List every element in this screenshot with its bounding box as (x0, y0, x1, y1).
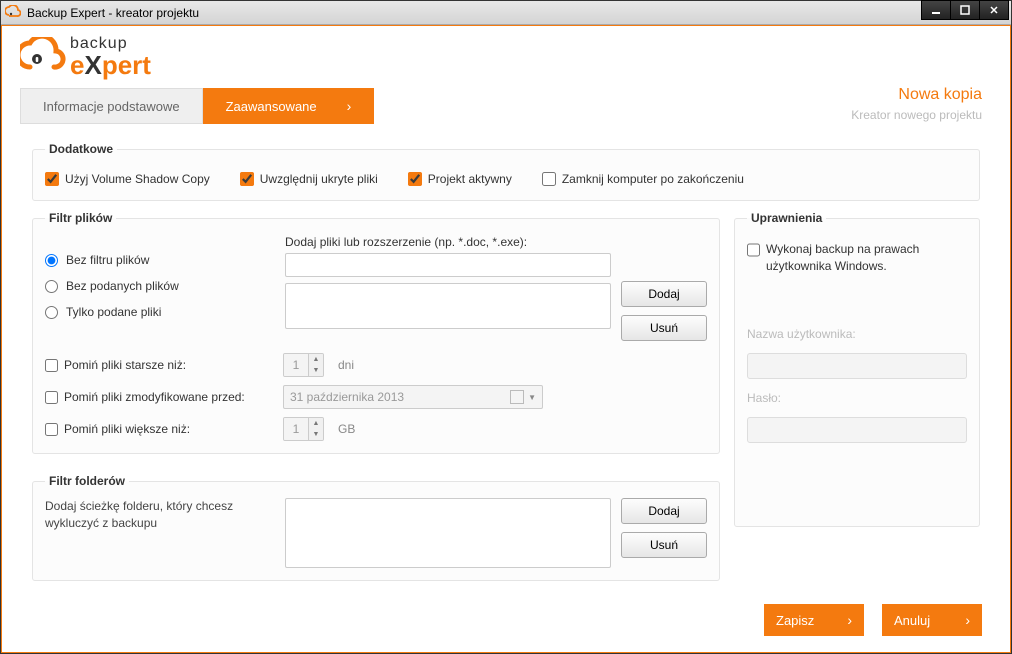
add-extension-button[interactable]: Dodaj (621, 281, 707, 307)
radio-only-label: Tylko podane pliki (66, 305, 161, 319)
save-button-label: Zapisz (776, 613, 814, 628)
calendar-icon (510, 390, 524, 404)
logo-text-e: e (70, 50, 84, 80)
radio-without[interactable] (45, 280, 58, 293)
skip-mod-date-value: 31 października 2013 (290, 390, 404, 404)
add-ext-label: Dodaj pliki lub rozszerzenie (np. *.doc,… (285, 235, 611, 249)
permissions-fieldset: Uprawnienia Wykonaj backup na prawach uż… (734, 211, 980, 527)
active-label: Projekt aktywny (428, 172, 512, 186)
save-button[interactable]: Zapisz › (764, 604, 864, 636)
skip-older-unit: dni (338, 358, 354, 372)
chevron-right-icon: › (347, 98, 352, 114)
radio-only[interactable] (45, 306, 58, 319)
skip-older-checkbox[interactable] (45, 359, 58, 372)
remove-folder-button[interactable]: Usuń (621, 532, 707, 558)
skip-older-value[interactable] (284, 354, 308, 376)
chevron-right-icon: › (847, 612, 852, 628)
username-label: Nazwa użytkownika: (747, 327, 967, 341)
app-logo: backup eXpert (20, 36, 151, 78)
run-as-label: Wykonaj backup na prawach użytkownika Wi… (766, 241, 967, 275)
add-folder-button[interactable]: Dodaj (621, 498, 707, 524)
page-subtitle: Kreator nowego projektu (851, 108, 982, 122)
run-as-checkbox-row[interactable]: Wykonaj backup na prawach użytkownika Wi… (747, 241, 967, 275)
username-input[interactable] (747, 353, 967, 379)
shutdown-label: Zamknij komputer po zakończeniu (562, 172, 744, 186)
password-input[interactable] (747, 417, 967, 443)
maximize-button[interactable] (950, 0, 980, 20)
skip-mod-label: Pomiń pliki zmodyfikowane przed: (64, 390, 245, 404)
skip-big-checkbox[interactable] (45, 423, 58, 436)
radio-no-filter[interactable] (45, 254, 58, 267)
radio-only-row[interactable]: Tylko podane pliki (45, 305, 275, 319)
remove-extension-button[interactable]: Usuń (621, 315, 707, 341)
vss-checkbox-row[interactable]: Użyj Volume Shadow Copy (45, 172, 210, 186)
radio-no-filter-row[interactable]: Bez filtru plików (45, 253, 275, 267)
page-title: Nowa kopia (851, 86, 982, 104)
run-as-checkbox[interactable] (747, 243, 760, 257)
spin-down-icon[interactable]: ▼ (309, 365, 323, 376)
skip-older-spinner[interactable]: ▲▼ (283, 353, 324, 377)
vss-label: Użyj Volume Shadow Copy (65, 172, 210, 186)
chevron-down-icon: ▼ (528, 393, 536, 402)
password-label: Hasło: (747, 391, 967, 405)
tab-basic-info[interactable]: Informacje podstawowe (20, 88, 203, 124)
hidden-checkbox-row[interactable]: Uwzględnij ukryte pliki (240, 172, 378, 186)
logo-text-x: X (84, 50, 101, 80)
extras-legend: Dodatkowe (45, 142, 117, 156)
skip-mod-checkbox[interactable] (45, 391, 58, 404)
window-title: Backup Expert - kreator projektu (27, 6, 199, 20)
active-checkbox-row[interactable]: Projekt aktywny (408, 172, 512, 186)
spin-up-icon[interactable]: ▲ (309, 418, 323, 429)
app-icon (5, 5, 21, 21)
skip-big-value[interactable] (284, 418, 308, 440)
folder-filter-desc: Dodaj ścieżkę folderu, który chcesz wykl… (45, 498, 275, 532)
logo-text-pert: pert (102, 50, 151, 80)
shutdown-checkbox[interactable] (542, 172, 556, 186)
active-checkbox[interactable] (408, 172, 422, 186)
tab-basic-label: Informacje podstawowe (43, 99, 180, 114)
skip-big-label: Pomiń pliki większe niż: (64, 422, 190, 436)
minimize-button[interactable] (921, 0, 951, 20)
tab-advanced-label: Zaawansowane (226, 99, 317, 114)
file-filter-legend: Filtr plików (45, 211, 116, 225)
permissions-legend: Uprawnienia (747, 211, 826, 225)
skip-older-label: Pomiń pliki starsze niż: (64, 358, 186, 372)
skip-big-unit: GB (338, 422, 355, 436)
skip-mod-datepicker[interactable]: 31 października 2013 ▼ (283, 385, 543, 409)
folder-exclude-list[interactable] (285, 498, 611, 568)
skip-big-spinner[interactable]: ▲▼ (283, 417, 324, 441)
close-button[interactable] (979, 0, 1009, 20)
radio-without-label: Bez podanych plików (66, 279, 179, 293)
extras-fieldset: Dodatkowe Użyj Volume Shadow Copy Uwzglę… (32, 142, 980, 201)
shutdown-checkbox-row[interactable]: Zamknij komputer po zakończeniu (542, 172, 744, 186)
chevron-right-icon: › (965, 612, 970, 628)
folder-filter-legend: Filtr folderów (45, 474, 129, 488)
cancel-button[interactable]: Anuluj › (882, 604, 982, 636)
file-filter-fieldset: Filtr plików Bez filtru plików Bez podan… (32, 211, 720, 454)
vss-checkbox[interactable] (45, 172, 59, 186)
radio-no-filter-label: Bez filtru plików (66, 253, 149, 267)
folder-filter-fieldset: Filtr folderów Dodaj ścieżkę folderu, kt… (32, 474, 720, 581)
cancel-button-label: Anuluj (894, 613, 930, 628)
extension-input[interactable] (285, 253, 611, 277)
spin-up-icon[interactable]: ▲ (309, 354, 323, 365)
extension-list[interactable] (285, 283, 611, 329)
hidden-label: Uwzględnij ukryte pliki (260, 172, 378, 186)
spin-down-icon[interactable]: ▼ (309, 429, 323, 440)
hidden-checkbox[interactable] (240, 172, 254, 186)
tab-advanced[interactable]: Zaawansowane › (203, 88, 375, 124)
radio-without-row[interactable]: Bez podanych plików (45, 279, 275, 293)
